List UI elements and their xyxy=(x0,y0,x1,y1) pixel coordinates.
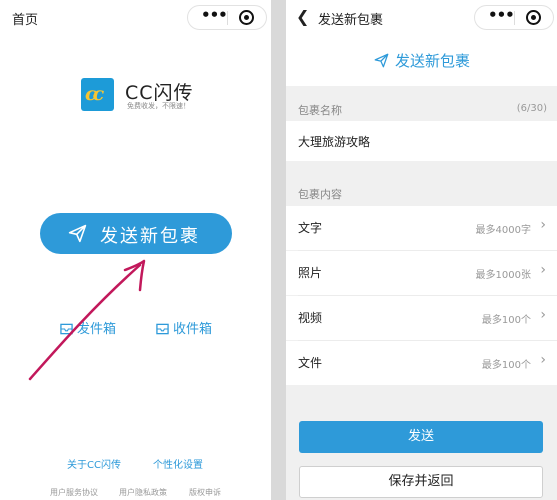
package-name-section-label: 包裹名称 xyxy=(298,104,342,117)
send-navbar: ❮ 发送新包裹 ••• xyxy=(286,0,557,34)
content-row-text[interactable]: 文字 最多4000字 › xyxy=(286,206,557,250)
chevron-right-icon: › xyxy=(540,262,546,278)
more-dots-icon[interactable]: ••• xyxy=(488,6,515,24)
row-label: 文件 xyxy=(298,356,323,370)
capsule-divider xyxy=(514,11,515,25)
send-header-label: 发送新包裹 xyxy=(395,52,471,70)
content-row-photo[interactable]: 照片 最多1000张 › xyxy=(286,251,557,295)
send-button[interactable]: 发送 xyxy=(299,421,543,453)
paper-plane-icon xyxy=(374,53,389,68)
chevron-right-icon: › xyxy=(540,217,546,233)
package-name-value: 大理旅游攻略 xyxy=(298,135,371,149)
page-title: 发送新包裹 xyxy=(318,13,384,28)
save-and-return-button[interactable]: 保存并返回 xyxy=(299,466,543,498)
row-hint: 最多100个 xyxy=(481,360,531,371)
name-char-counter: (6/30) xyxy=(516,103,547,114)
chevron-right-icon: › xyxy=(540,352,546,368)
chevron-right-icon: › xyxy=(540,307,546,323)
row-hint: 最多100个 xyxy=(481,315,531,326)
package-content-section-label: 包裹内容 xyxy=(298,188,342,201)
content-row-video[interactable]: 视频 最多100个 › xyxy=(286,296,557,340)
target-icon[interactable] xyxy=(526,10,541,25)
home-screen: 首页 ••• cc CC闪传 免费收发，不限速！ 发送新包裹 发件箱 收件箱 关… xyxy=(0,0,271,500)
row-label: 文字 xyxy=(298,221,323,235)
send-package-screen: ❮ 发送新包裹 ••• 发送新包裹 包裹名称 (6/30) 大理旅游攻略 包裹内… xyxy=(286,0,557,500)
mini-program-capsule: ••• xyxy=(474,5,554,30)
hand-drawn-arrow-annotation xyxy=(28,259,146,381)
row-hint: 最多1000张 xyxy=(475,270,531,281)
content-row-file[interactable]: 文件 最多100个 › xyxy=(286,341,557,385)
send-header-title: 发送新包裹 xyxy=(374,50,470,71)
back-chevron-icon[interactable]: ❮ xyxy=(296,7,309,26)
package-name-field[interactable]: 大理旅游攻略 xyxy=(286,121,557,161)
row-hint: 最多4000字 xyxy=(475,225,531,236)
row-label: 照片 xyxy=(298,266,323,280)
row-label: 视频 xyxy=(298,311,323,325)
